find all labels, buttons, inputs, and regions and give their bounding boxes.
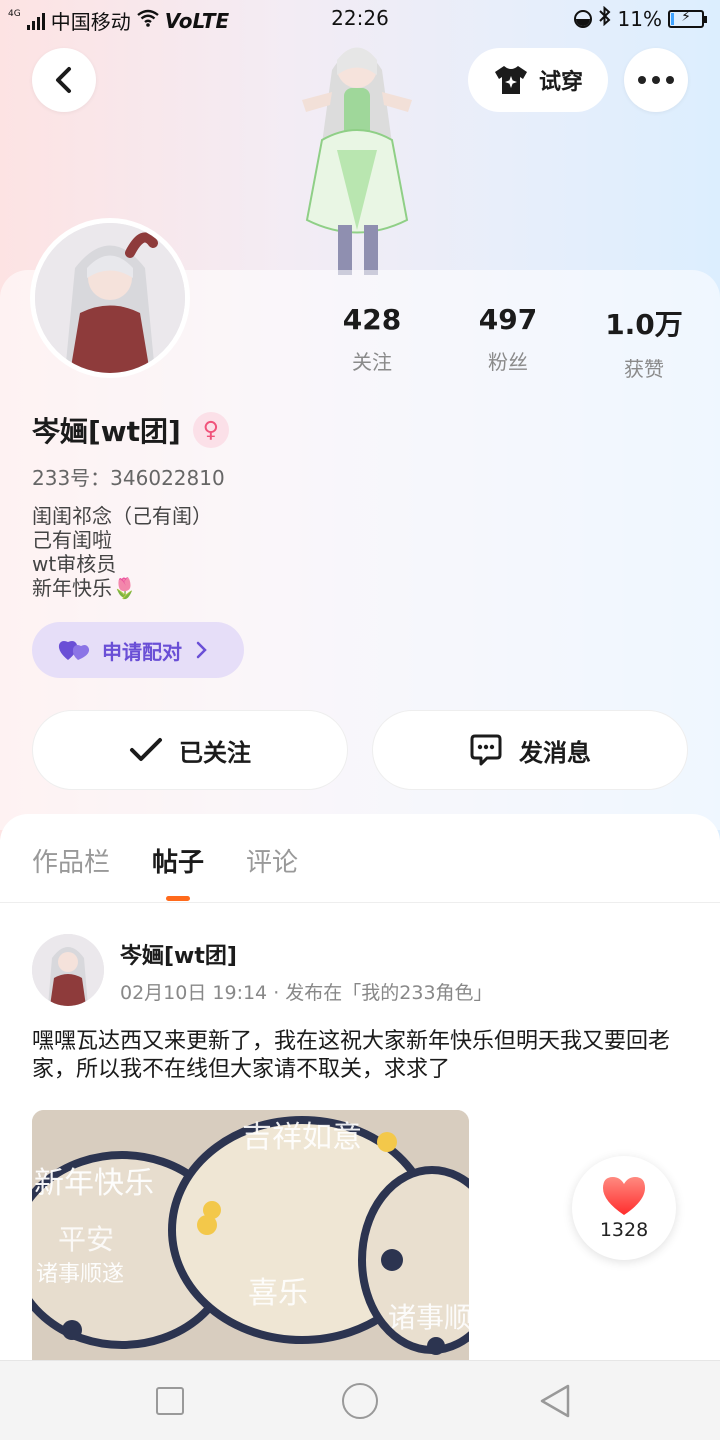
image-text: 吉祥如意 [242, 1120, 362, 1155]
post-meta: 02月10日 19:14 · 发布在「我的233角色」 [120, 982, 493, 1004]
post-image[interactable]: 吉祥如意 新年快乐 平安 诸事顺遂 喜乐 诸事顺遂 [32, 1110, 469, 1360]
profile-tabs: 作品栏 帖子 评论 [32, 842, 298, 879]
pair-request-label: 申请配对 [102, 639, 182, 664]
check-icon [130, 738, 162, 761]
followers-stat[interactable]: 497 粉丝 [438, 303, 578, 375]
message-label: 发消息 [519, 738, 591, 767]
home-button[interactable] [342, 1383, 378, 1419]
avatar-3d-figure[interactable] [282, 30, 432, 275]
likes-label: 获赞 [624, 357, 664, 381]
image-text: 新年快乐 [34, 1166, 154, 1201]
pair-request-button[interactable]: 申请配对 [32, 622, 244, 678]
bio-line: 己有闺啦 [32, 528, 112, 552]
bio: 闺闺祁念（己有闺） 己有闺啦 wt审核员 新年快乐🌷 [32, 504, 212, 600]
chevron-right-icon [196, 641, 207, 659]
tab-posts[interactable]: 帖子 [152, 842, 204, 879]
tshirt-icon [494, 66, 527, 94]
user-id[interactable]: 233号：346022810 [32, 462, 225, 491]
tryon-button[interactable]: 试穿 [468, 48, 608, 112]
post-author-name[interactable]: 岑婳[wt团] [120, 938, 237, 970]
likes-stat[interactable]: 1.0万 获赞 [574, 303, 714, 382]
back-button[interactable] [32, 48, 96, 112]
tryon-label: 试穿 [538, 70, 583, 95]
double-heart-icon [58, 641, 90, 660]
dnd-icon [573, 9, 592, 28]
tab-works[interactable]: 作品栏 [32, 842, 110, 879]
likes-count: 1.0万 [605, 308, 683, 341]
chevron-left-icon [56, 67, 71, 93]
image-text: 平安 [58, 1223, 115, 1256]
message-button[interactable]: 发消息 [372, 710, 688, 790]
post-text[interactable]: 嘿嘿瓦达西又来更新了，我在这祝大家新年快乐但明天我又要回老家，所以我不在线但大家… [32, 1028, 692, 1084]
following-stat[interactable]: 428 关注 [302, 303, 442, 375]
bluetooth-icon [598, 5, 612, 31]
follow-label: 已关注 [179, 738, 251, 767]
post-author-avatar[interactable] [32, 934, 104, 1006]
tab-divider [0, 902, 720, 903]
image-text: 诸事顺遂 [388, 1301, 469, 1334]
profile-avatar[interactable] [30, 218, 190, 378]
following-count: 428 [342, 303, 402, 336]
image-text: 喜乐 [248, 1276, 308, 1311]
like-button[interactable]: 1328 [572, 1156, 676, 1260]
system-nav-bar [0, 1360, 720, 1440]
back-triangle-icon[interactable] [538, 1383, 572, 1419]
recent-apps-button[interactable] [156, 1387, 184, 1415]
content-section: 作品栏 帖子 评论 岑婳[wt团] 02月10日 19:14 · 发布在「我的2… [0, 814, 720, 1374]
battery-percent: 11% [617, 6, 662, 31]
image-text: 诸事顺遂 [36, 1262, 125, 1287]
heart-icon [603, 1177, 645, 1215]
profile-page: 4G 中国移动 VoLTE 22:26 11% ⚡ 试穿 428 关注 497 … [0, 0, 720, 1440]
following-label: 关注 [352, 350, 392, 374]
username: 岑婳[wt团] [32, 415, 181, 448]
followers-count: 497 [478, 303, 538, 336]
follow-button[interactable]: 已关注 [32, 710, 348, 790]
battery-icon: ⚡ [668, 9, 707, 28]
bio-line: 闺闺祁念（己有闺） [32, 504, 212, 528]
username-row: 岑婳[wt团] ♀ [32, 410, 229, 450]
female-icon: ♀ [192, 412, 229, 448]
tab-comments[interactable]: 评论 [246, 842, 298, 879]
more-dots-icon [638, 76, 674, 84]
bio-line: wt审核员 [32, 552, 117, 576]
bio-line: 新年快乐🌷 [32, 576, 137, 600]
like-count: 1328 [599, 1219, 649, 1241]
more-button[interactable] [624, 48, 688, 112]
chat-icon [470, 734, 502, 766]
followers-label: 粉丝 [488, 350, 528, 374]
